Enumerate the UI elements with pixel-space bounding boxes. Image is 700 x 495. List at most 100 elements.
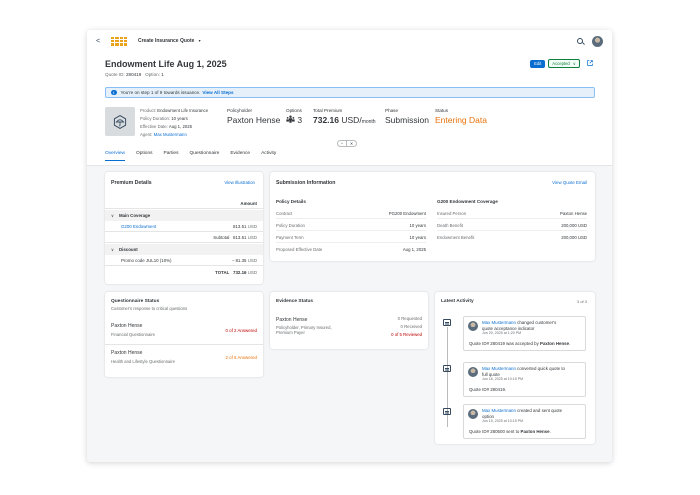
activity-body: Quote ID# 280419 was accepted by Paxton … [464, 337, 585, 350]
chat-icon [443, 365, 451, 372]
kpi-label: Policyholder [227, 108, 253, 113]
header-toggle-group: ^ ✕ [337, 140, 357, 147]
kv-label: Death Benefit [437, 222, 464, 228]
chevron-down-icon: ∨ [111, 247, 114, 252]
currency: USD [247, 234, 257, 240]
family-icon [286, 115, 295, 125]
discount-group[interactable]: ∨ Discount [105, 244, 263, 255]
kv-label: Contract [276, 210, 293, 216]
chevron-down-icon: ▼ [197, 39, 202, 43]
kv-value: 10 years [409, 222, 426, 228]
app-title: Create Insurance Quote [138, 38, 195, 44]
app-title-menu[interactable]: Create Insurance Quote ▼ [138, 38, 201, 44]
g200-link[interactable]: G200 Endowment [121, 224, 156, 229]
pin-header-button[interactable]: ✕ [347, 140, 357, 147]
activity-body-text: Quote ID# 280500 sent to [469, 428, 521, 434]
kpi-status: Status Entering Data [435, 108, 487, 125]
avatar [468, 367, 478, 377]
kv-insured: Insured Person Paxton Hense [437, 208, 587, 219]
option-value: 1 [161, 72, 164, 77]
received-count: 0 Received [400, 324, 423, 329]
kv-value: PG200 Endowment [388, 210, 426, 216]
tab-parties[interactable]: Parties [164, 151, 179, 161]
view-all-steps-link[interactable]: View All Steps [202, 90, 233, 95]
card-subtitle: Customer's response to critical question… [111, 306, 188, 311]
product-label: Product: [140, 108, 157, 113]
kpi-phase: Phase Submission [385, 108, 429, 125]
collapse-header-button[interactable]: ^ [337, 140, 347, 147]
kv-value: Paxton Hense [560, 210, 587, 216]
tab-options[interactable]: Options [136, 151, 153, 161]
section-title: Policy Details [276, 199, 306, 204]
info-icon: i [111, 89, 117, 96]
evidence-item[interactable]: Paxton Hense Policyholder, Primary Insur… [270, 312, 428, 346]
view-illustration-link[interactable]: View Illustration [224, 180, 255, 185]
kpi-value: Entering Data [435, 115, 487, 125]
product-fields: Product: Endowment Life Insurance Policy… [140, 107, 208, 139]
kv-value: 10 years [409, 234, 426, 240]
view-quote-email-link[interactable]: View Quote Email [552, 180, 587, 185]
kv-endowment-benefit: Endowment Benefit 200,000 USD [437, 232, 587, 243]
effective-date-label: Effective Date: [140, 124, 168, 129]
info-message-strip: i You're on step 1 of 9 towards issuance… [105, 87, 595, 98]
kpi-total-premium: Total Premium 732.16 USD/month [313, 108, 376, 125]
quote-id-value: 280419 [125, 72, 142, 77]
subtotal-label: Subtotal [213, 234, 230, 240]
promo-amount: − 81.35 [231, 257, 247, 263]
effective-date-value: Aug 1, 2025 [168, 124, 193, 129]
kv-policy-duration: Policy Duration 10 years [276, 220, 426, 231]
app-window: < Create Insurance Quote ▼ Endowment Lif… [87, 30, 612, 462]
main-coverage-group[interactable]: ∨ Main Coverage [105, 210, 263, 221]
kv-payment-term: Payment Term 10 years [276, 232, 426, 243]
open-external-icon[interactable] [587, 59, 593, 68]
kv-contract: Contract PG200 Endowment [276, 208, 426, 219]
kv-label: Policy Duration [276, 222, 305, 228]
activity-item[interactable]: Max Mustermann created and sent quote op… [463, 404, 586, 439]
activity-item[interactable]: Max Mustermann changed customer's quote … [463, 316, 586, 351]
tab-evidence[interactable]: Evidence [230, 151, 250, 161]
total-label: TOTAL [215, 270, 230, 275]
kv-value: Aug 1, 2025 [402, 247, 426, 252]
kv-value: 200,000 USD [561, 222, 587, 228]
message-text: You're on step 1 of 9 towards issuance. [120, 90, 201, 95]
tab-activity[interactable]: Activity [261, 151, 276, 161]
avatar [468, 321, 478, 331]
currency: USD [247, 257, 257, 263]
card-title: Premium Details [111, 180, 152, 186]
activity-user-link[interactable]: Max Mustermann [482, 366, 516, 371]
kpi-label: Phase [385, 108, 399, 113]
activity-body: Quote ID# 280419. [464, 383, 585, 396]
submission-info-card: Submission Information View Quote Email … [270, 172, 595, 261]
product-image [105, 107, 135, 136]
evidence-counts: 0 Requested 0 Received 0 of 5 Reviewed [391, 315, 422, 339]
options-count: 3 [297, 115, 303, 125]
kpi-value: 732.16 USD/month [313, 115, 376, 125]
questionnaire-item[interactable]: Paxton Hense Financial Questionnaire 0 o… [105, 319, 263, 345]
avatar [468, 409, 478, 419]
latest-activity-card: Latest Activity 3 of 3 Max Mustermann ch… [435, 292, 595, 444]
activity-user-link[interactable]: Max Mustermann [482, 408, 516, 413]
activity-body-text: Quote ID# 280419. [469, 386, 507, 392]
umbrella-shield-icon [113, 114, 127, 129]
item-status: 0 of 2 Answered [225, 328, 258, 333]
agent-link[interactable]: Max Mustermann [154, 132, 187, 137]
kv-label: Payment Term [276, 234, 304, 240]
user-avatar[interactable] [592, 35, 603, 47]
item-status: 2 of 5 Answered [225, 355, 258, 360]
chat-icon [443, 408, 451, 415]
questionnaire-item[interactable]: Paxton Hense Health and Lifestyle Questi… [105, 346, 263, 372]
tab-bar: Overview Options Parties Questionnaire E… [105, 151, 287, 161]
chevron-down-icon: ∨ [572, 61, 576, 66]
status-dropdown[interactable]: Accepted ∨ [548, 59, 580, 68]
activity-user-link[interactable]: Max Mustermann [482, 320, 516, 325]
activity-item[interactable]: Max Mustermann converted quick quote to … [463, 362, 586, 397]
search-icon[interactable] [577, 38, 583, 44]
tab-overview[interactable]: Overview [105, 151, 125, 161]
back-button[interactable]: < [96, 38, 108, 45]
activity-body-text: Quote ID# 280419 was accepted by [469, 340, 541, 346]
edit-button[interactable]: Edit [530, 59, 546, 68]
agent-label: Agent: [140, 132, 153, 137]
item-name: Paxton Hense [276, 317, 308, 323]
evidence-status-card: Evidence Status Paxton Hense Policyholde… [270, 292, 428, 349]
tab-questionnaire[interactable]: Questionnaire [189, 151, 219, 161]
